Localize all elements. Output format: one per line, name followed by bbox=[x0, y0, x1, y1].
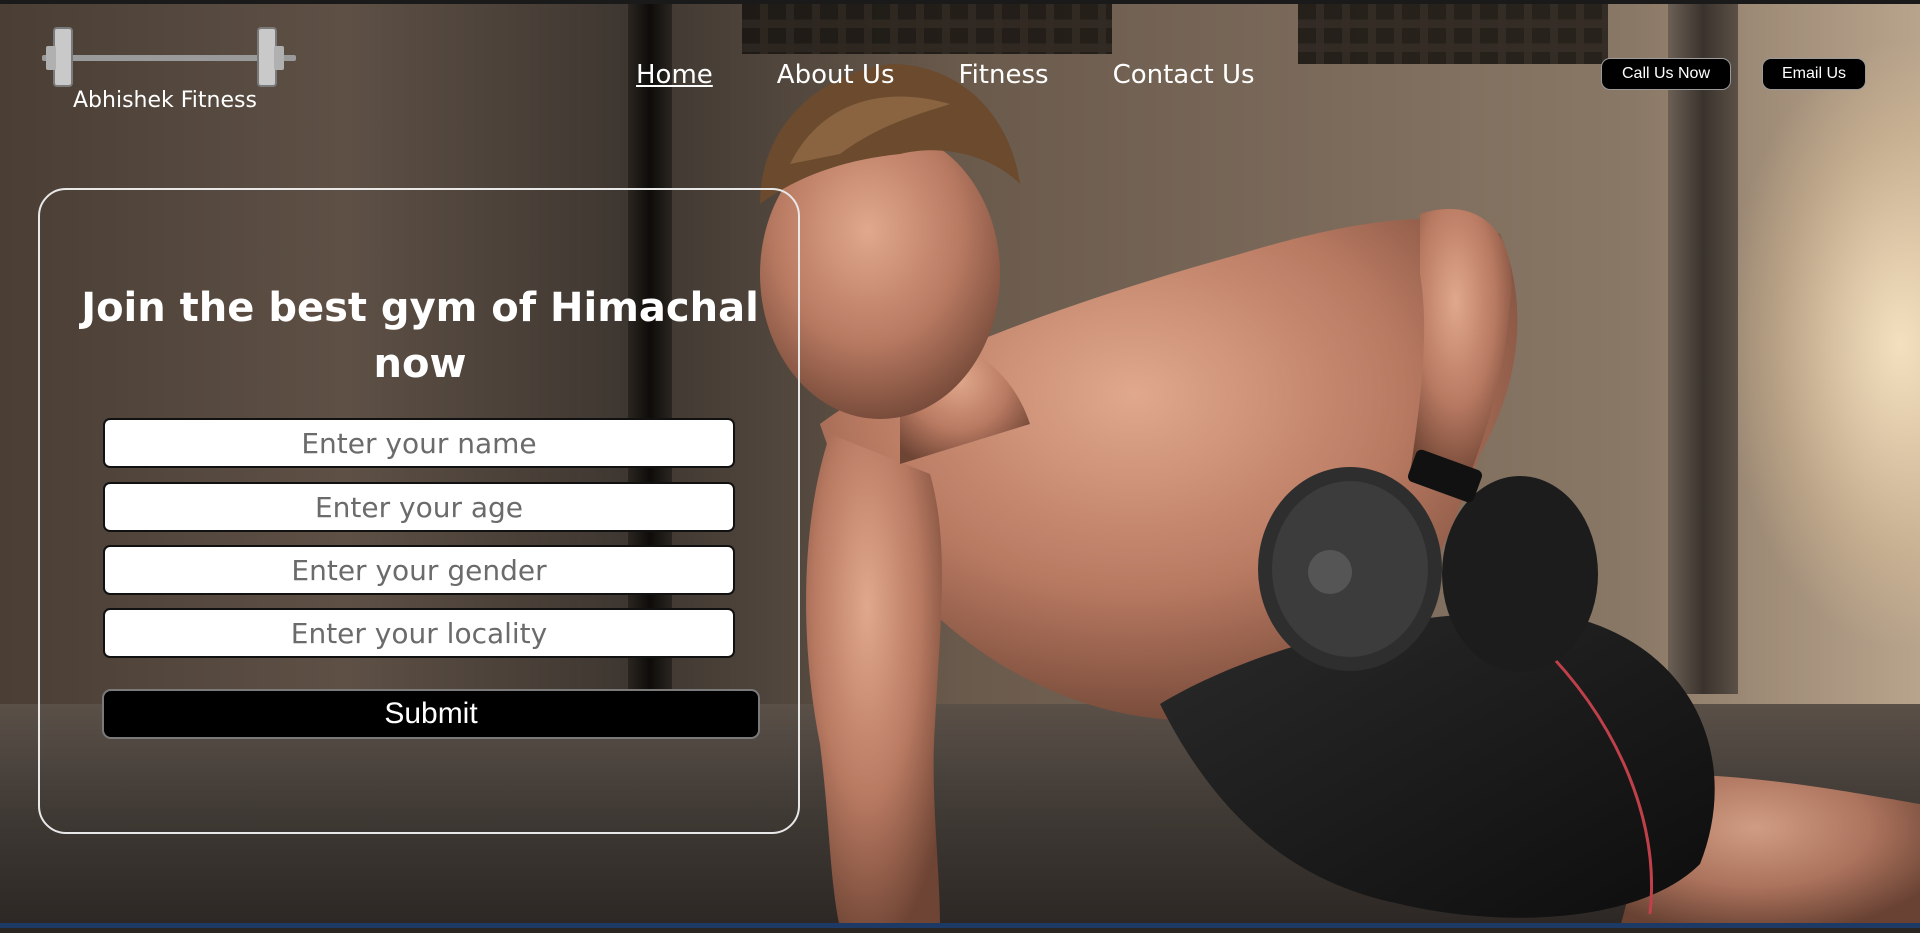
nav-item-home[interactable]: Home bbox=[636, 60, 713, 90]
main-navigation: Home About Us Fitness Contact Us bbox=[636, 60, 1255, 90]
nav-item-contact-us[interactable]: Contact Us bbox=[1113, 60, 1255, 90]
submit-button[interactable]: Submit bbox=[102, 689, 760, 739]
footer-edge-bar bbox=[0, 923, 1920, 928]
join-form-title: Join the best gym of Himachal now bbox=[81, 285, 759, 387]
locality-input[interactable] bbox=[103, 608, 735, 658]
brand-name: Abhishek Fitness bbox=[73, 88, 257, 113]
barbell-icon bbox=[42, 27, 296, 87]
email-us-button[interactable]: Email Us bbox=[1762, 58, 1866, 90]
nav-item-fitness[interactable]: Fitness bbox=[959, 60, 1049, 90]
nav-item-about-us[interactable]: About Us bbox=[777, 60, 895, 90]
gender-input[interactable] bbox=[103, 545, 735, 595]
name-input[interactable] bbox=[103, 418, 735, 468]
age-input[interactable] bbox=[103, 482, 735, 532]
call-us-now-button[interactable]: Call Us Now bbox=[1601, 58, 1731, 90]
